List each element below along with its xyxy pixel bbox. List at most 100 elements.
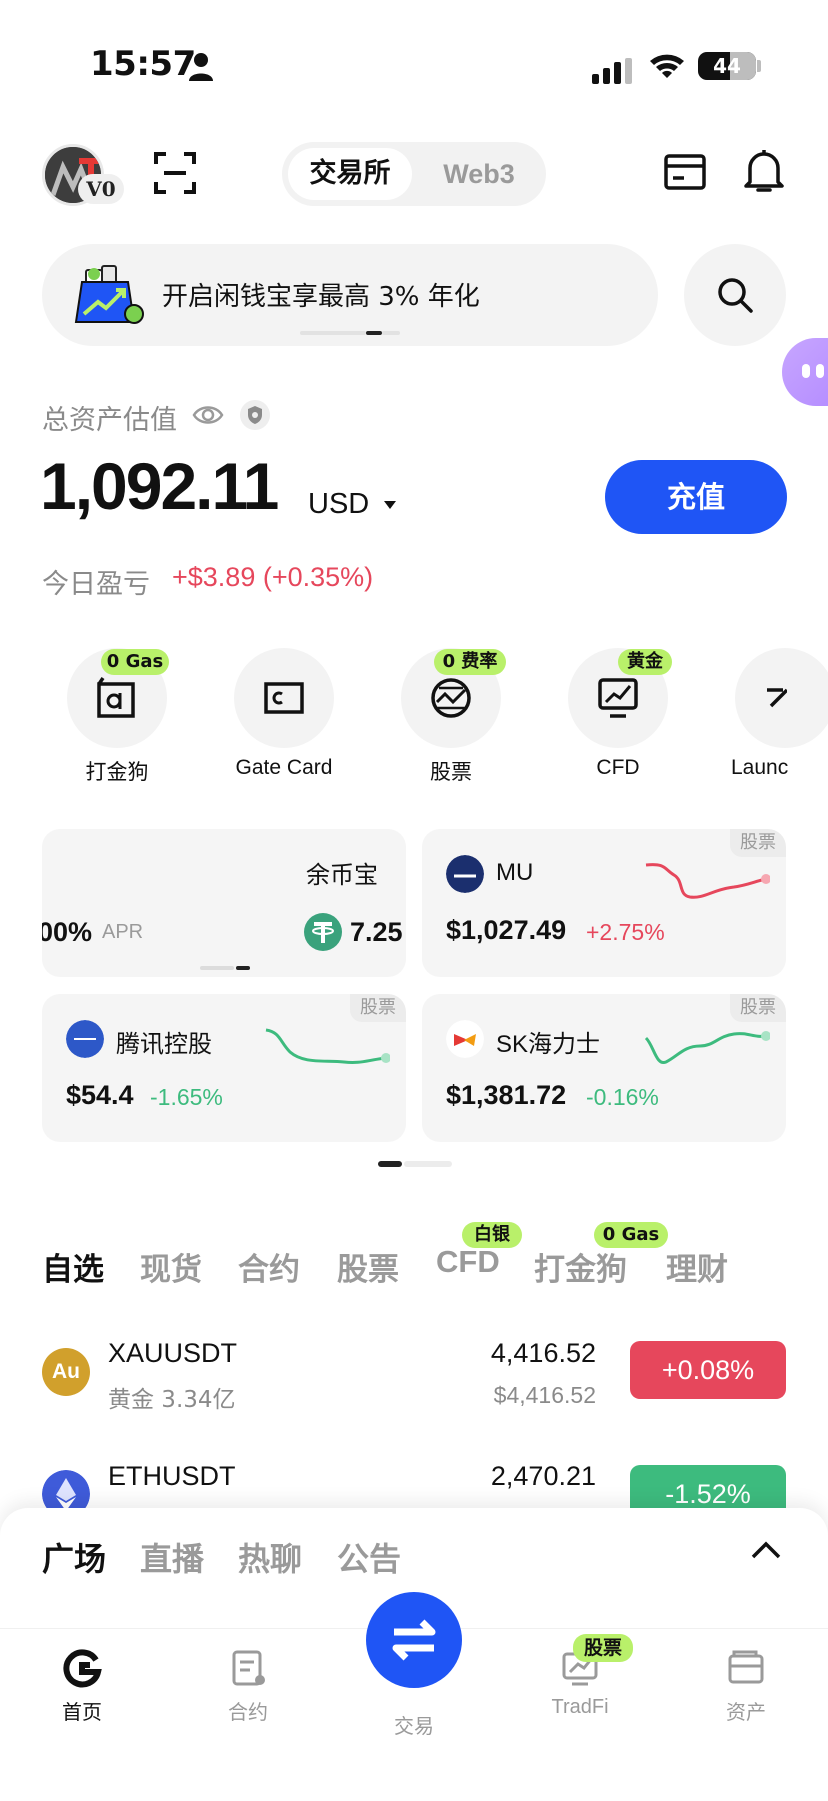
savings-growth-icon [74, 265, 144, 324]
apr-value: 00% [42, 917, 93, 947]
total-assets-value: 1,092.11 [40, 449, 279, 523]
micron-logo-icon [446, 855, 484, 893]
tab-web3[interactable]: Web3 [420, 148, 538, 200]
tab-exchange[interactable]: 交易所 [288, 148, 412, 200]
nav-assets[interactable]: 资产 [686, 1648, 806, 1725]
tile-mu[interactable]: 股票 MU $1,027.49 +2.75% [422, 829, 786, 977]
skhynix-logo-icon [446, 1020, 484, 1058]
deposit-button[interactable]: 充值 [605, 460, 787, 534]
tile-tag: 股票 [350, 994, 406, 1022]
assistant-bubble[interactable] [782, 338, 828, 406]
nav-label: 合约 [228, 1702, 268, 1724]
battery-level: 44 [713, 54, 741, 78]
shortcut-label: 打金狗 [85, 761, 149, 784]
alpha-icon [97, 677, 135, 718]
tab-dajingou[interactable]: 打金狗 [534, 1244, 627, 1289]
nav-home[interactable]: 首页 [22, 1648, 142, 1725]
person-icon [189, 53, 213, 81]
tab-badge: 0 Gas [594, 1222, 668, 1248]
banner-pagination [300, 331, 400, 335]
tile-name: 腾讯控股 [116, 1031, 212, 1058]
search-icon [718, 278, 753, 313]
row-symbol: XAUUSDT [108, 1338, 238, 1368]
row-price: 2,470.21 [490, 1461, 596, 1491]
tile-tencent[interactable]: 股票 腾讯控股 $54.4 -1.65% [42, 994, 406, 1142]
nav-futures[interactable]: 合约 [188, 1648, 308, 1725]
tab-hot-chat[interactable]: 热聊 [238, 1534, 302, 1580]
vip-level-badge: V0 [78, 174, 124, 204]
tile-skhynix[interactable]: 股票 SK海力士 $1,381.72 -0.16% [422, 994, 786, 1142]
row-price-usd: $4,416.52 [493, 1382, 596, 1408]
tab-badge: 白银 [462, 1222, 522, 1248]
scan-icon[interactable] [154, 152, 196, 194]
trade-button[interactable] [366, 1592, 462, 1688]
nav-badge: 股票 [573, 1634, 633, 1662]
tab-announcements[interactable]: 公告 [337, 1534, 401, 1580]
gold-logo-icon: Au [42, 1348, 90, 1396]
shield-icon[interactable] [240, 400, 270, 430]
tile-name: 余币宝 [306, 861, 378, 889]
today-pnl-value: +$3.89 (+0.35%) [172, 562, 374, 592]
tile-price: $1,027.49 [446, 915, 567, 945]
tab-cfd[interactable]: CFD [436, 1244, 500, 1280]
row-price: 4,416.52 [490, 1338, 596, 1368]
tencent-logo-icon [66, 1020, 104, 1058]
shortcut-label: CFD [596, 756, 640, 779]
wallet-icon [728, 1650, 764, 1684]
tile-tag: 股票 [730, 994, 786, 1022]
wifi-icon [650, 54, 684, 78]
tile-name: SK海力士 [496, 1031, 601, 1058]
tab-stocks[interactable]: 股票 [337, 1244, 399, 1289]
sparkline [645, 863, 770, 899]
launch-icon [767, 688, 787, 708]
tiles-pagination [378, 1161, 452, 1167]
chevron-up-icon[interactable] [750, 1540, 782, 1560]
tile-yubibao[interactable]: 余币宝 00% APR 7.25 [42, 829, 406, 977]
nav-label: 资产 [726, 1702, 766, 1724]
shortcut-badge: 0 Gas [101, 649, 169, 675]
change-pill[interactable]: +0.08% [630, 1341, 786, 1399]
battery-cap [757, 60, 761, 72]
sparkline [644, 1031, 770, 1064]
wallet-card-icon[interactable] [664, 154, 706, 190]
globe-stock-icon [431, 678, 471, 718]
shortcut-label: 股票 [430, 761, 472, 784]
swap-arrows-icon [392, 1619, 436, 1661]
tile-name: MU [496, 859, 534, 886]
sparkline [265, 1028, 390, 1064]
tile-change: -1.65% [150, 1084, 223, 1110]
chart-monitor-icon [598, 678, 638, 718]
apr-label: APR [102, 921, 144, 943]
currency-selector[interactable]: USD [308, 488, 369, 521]
futures-doc-icon [232, 1650, 265, 1686]
nav-trade-label-wrap: 交易 [354, 1702, 474, 1739]
tile-price: $54.4 [66, 1080, 134, 1110]
total-assets-label: 总资产估值 [42, 405, 177, 436]
status-time: 15:57 [90, 44, 196, 84]
eye-icon[interactable] [192, 402, 224, 428]
nav-label: TradFi [551, 1696, 609, 1718]
tile-tag: 股票 [730, 829, 786, 857]
tab-square[interactable]: 广场 [42, 1534, 106, 1580]
shortcut-label: Gate Card [235, 756, 333, 779]
tab-earn[interactable]: 理财 [666, 1244, 728, 1289]
nav-label: 首页 [62, 1702, 102, 1724]
tab-spot[interactable]: 现货 [140, 1244, 202, 1289]
tab-favorites[interactable]: 自选 [42, 1244, 104, 1289]
banner-text: 开启闲钱宝享最高 3% 年化 [162, 282, 480, 312]
shortcut-badge: 0 费率 [434, 649, 506, 675]
shortcut-badge: 黄金 [618, 649, 672, 675]
tab-live[interactable]: 直播 [140, 1534, 204, 1580]
shortcut-label-clip: Launc [731, 756, 788, 780]
battery-icon: 44 [698, 52, 756, 80]
today-pnl-label: 今日盈亏 [42, 569, 150, 600]
tile-pagination [200, 966, 250, 970]
tether-icon [304, 913, 342, 951]
tile-change: +2.75% [586, 919, 665, 945]
cellular-signal-icon [592, 58, 632, 84]
caret-down-icon[interactable] [383, 500, 397, 510]
row-subtitle: 黄金 3.34亿 [108, 1387, 236, 1413]
shortcut-label: Launc [731, 756, 788, 779]
bell-icon[interactable] [744, 148, 784, 194]
tab-futures[interactable]: 合约 [238, 1244, 300, 1289]
